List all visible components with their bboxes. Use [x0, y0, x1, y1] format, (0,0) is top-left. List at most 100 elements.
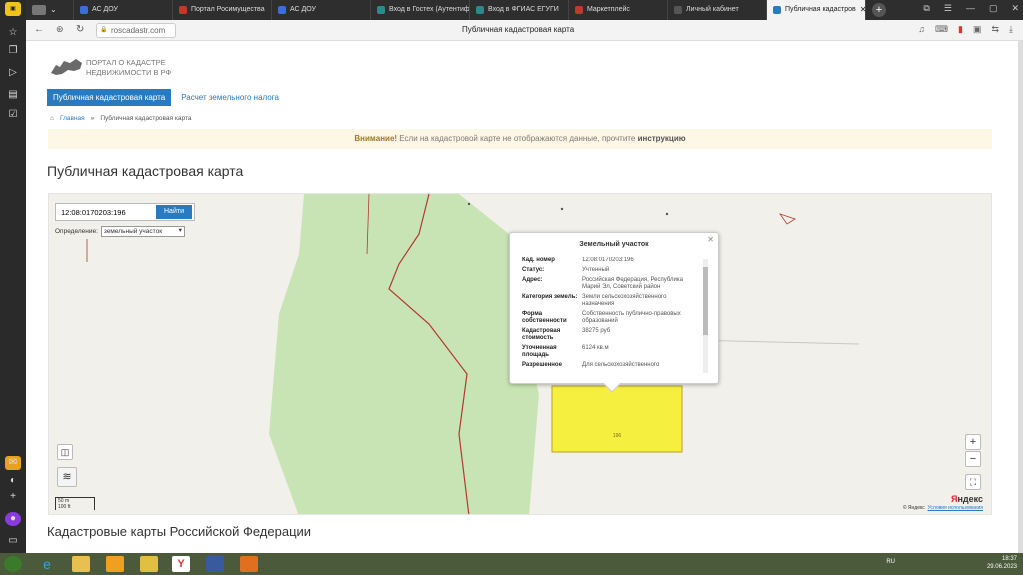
collections-icon[interactable]: ❐: [5, 44, 21, 58]
popup-row: Кадастровая стоимость 38275 руб: [522, 328, 698, 342]
tab-3[interactable]: Вход в Гостех (Аутентиф: [371, 0, 470, 20]
breadcrumb-home[interactable]: Главная: [60, 115, 85, 122]
nav-tab-map[interactable]: Публичная кадастровая карта: [47, 89, 172, 106]
tab-1[interactable]: Портал Росимущества: [173, 0, 272, 20]
start-icon[interactable]: [4, 556, 22, 572]
menu-icon[interactable]: ☰: [944, 3, 952, 14]
explorer-icon[interactable]: [72, 556, 90, 572]
ie-icon[interactable]: e: [38, 556, 56, 572]
messenger-icon[interactable]: ◐: [5, 474, 21, 488]
yandex-logo-rest: ндекс: [957, 494, 983, 504]
tab-group-controls[interactable]: ⌄: [26, 0, 74, 20]
url-field[interactable]: roscadastr.com: [96, 23, 176, 38]
tab-favicon: [773, 6, 781, 14]
popup-row-value: Земли сельскохозяйственного назначения: [582, 294, 667, 307]
minimize-icon[interactable]: —: [966, 3, 975, 14]
tab-label: Публичная кадастров: [785, 6, 856, 13]
cadastral-search-input[interactable]: [56, 204, 158, 220]
instruction-link[interactable]: инструкцию: [638, 134, 686, 143]
windows-taskbar: e Y RU 18:37 29.06.2023: [0, 553, 1023, 575]
popup-row-label: Адрес:: [522, 277, 543, 283]
definition-select[interactable]: земельный участок: [100, 226, 185, 237]
bookmark-icon[interactable]: ▮: [958, 24, 963, 35]
tab-label: Маркетплейс: [587, 6, 630, 13]
profile-icon[interactable]: [32, 5, 46, 15]
popup-row: Уточненная площадь 6124 кв.м: [522, 345, 698, 359]
tab-favicon: [179, 6, 187, 14]
layers-icon[interactable]: ≋: [57, 467, 77, 487]
back-icon[interactable]: ←: [34, 24, 44, 35]
nav-tab-tax[interactable]: Расчет земельного налога: [179, 89, 281, 106]
expand-map-icon[interactable]: ⛶: [965, 474, 981, 490]
close-tab-icon[interactable]: ✕: [860, 0, 865, 20]
tab-6[interactable]: Личный кабинет: [668, 0, 767, 20]
sidebar-toggle-icon[interactable]: ▭: [5, 534, 21, 548]
alice-icon[interactable]: ●: [5, 512, 21, 526]
app-icon-3[interactable]: [206, 556, 224, 572]
reader-icon[interactable]: ⇆: [991, 24, 999, 35]
popup-scrollbar[interactable]: [703, 259, 708, 373]
tab-4[interactable]: Вход в ФГИАС ЕГУГИ: [470, 0, 569, 20]
right-scrollbar[interactable]: [1018, 41, 1023, 553]
maximize-icon[interactable]: ▢: [989, 3, 998, 14]
notes-icon[interactable]: ▤: [5, 88, 21, 102]
close-icon[interactable]: ✕: [707, 235, 714, 244]
tab-favicon: [476, 6, 484, 14]
window-controls: ⧉ ☰ — ▢ ✕: [923, 3, 1019, 14]
yandex-browser-icon[interactable]: Y: [172, 556, 190, 572]
definition-row: Определение: земельный участок: [55, 226, 185, 237]
popup-row-value: Российская Федерация, Республика Марий Э…: [582, 277, 683, 290]
download-icon[interactable]: ⤓: [1009, 24, 1013, 35]
popup-body: Кад. номер 12:08:0170203:196 Статус: Учтен…: [522, 257, 698, 375]
new-tab-icon[interactable]: +: [872, 3, 886, 17]
address-actions: ♫ ⌨ ▮ ▣ ⇆ ⤓: [918, 24, 1013, 35]
tab-0[interactable]: АС ДОУ: [74, 0, 173, 20]
chevron-down-icon[interactable]: ⌄: [50, 0, 57, 20]
app-icon-4[interactable]: [240, 556, 258, 572]
protect-icon[interactable]: ⊛: [56, 24, 64, 35]
selected-parcel[interactable]: [551, 385, 683, 453]
screen: ▣ ☆ ❐ ▷ ▤ ☑ ✉ ◐ + ● ▭ ⌄ АС ДОУ Портал Ро…: [0, 0, 1023, 575]
scale-feet: 100 ft: [58, 504, 71, 510]
site-logo[interactable]: ПОРТАЛ О КАДАСТРЕ НЕДВИЖИМОСТИ В РФ: [50, 55, 190, 81]
popup-title: Земельный участок: [579, 241, 649, 248]
app-icon-2[interactable]: [140, 556, 158, 572]
mail-icon[interactable]: ✉: [5, 456, 21, 470]
tab-manager-icon[interactable]: ⧉: [923, 3, 929, 14]
app-icon[interactable]: [106, 556, 124, 572]
language-indicator[interactable]: RU: [886, 559, 895, 565]
tasks-icon[interactable]: ☑: [5, 108, 21, 122]
system-clock[interactable]: 18:37 29.06.2023: [987, 555, 1017, 571]
tab-2[interactable]: АС ДОУ: [272, 0, 371, 20]
fullscreen-map-icon[interactable]: ◫: [57, 444, 73, 460]
notice-bold: Внимание!: [354, 134, 398, 143]
definition-label: Определение:: [55, 228, 98, 235]
yandex-badge-icon[interactable]: ▣: [5, 2, 21, 16]
forest-area: [269, 194, 539, 514]
translate-icon[interactable]: ⌨: [935, 24, 948, 35]
close-window-icon[interactable]: ✕: [1011, 3, 1019, 14]
zoom-out-button[interactable]: −: [965, 451, 981, 467]
tab-favicon: [278, 6, 286, 14]
headphones-icon[interactable]: ♫: [918, 24, 925, 35]
notice-banner: Внимание! Если на кадастровой карте не о…: [48, 129, 992, 149]
search-button[interactable]: Найти: [156, 205, 192, 219]
popup-scroll-thumb[interactable]: [703, 267, 708, 335]
add-panel-icon[interactable]: +: [5, 490, 21, 504]
tab-bar: ⌄ АС ДОУ Портал Росимущества АС ДОУ Вход…: [26, 0, 1023, 20]
bookmarks-icon[interactable]: ☆: [5, 26, 21, 40]
tab-favicon: [80, 6, 88, 14]
extensions-icon[interactable]: ▣: [973, 24, 982, 35]
popup-row-label: Категория земель:: [522, 294, 578, 300]
popup-row-value: 12:08:0170203:196: [582, 257, 634, 263]
zoom-in-button[interactable]: +: [965, 434, 981, 450]
terms-link[interactable]: Условия использования: [928, 505, 984, 511]
popup-row-label: Разрешенное: [522, 362, 562, 368]
play-icon[interactable]: ▷: [5, 66, 21, 80]
tab-5[interactable]: Маркетплейс: [569, 0, 668, 20]
reload-icon[interactable]: ↻: [76, 24, 84, 35]
tab-label: Портал Росимущества: [191, 6, 265, 13]
cadastral-map[interactable]: 196 Найти Определение: земельный участок…: [48, 193, 992, 515]
tab-7-active[interactable]: Публичная кадастров ✕: [767, 0, 866, 20]
map-point: [665, 212, 669, 216]
